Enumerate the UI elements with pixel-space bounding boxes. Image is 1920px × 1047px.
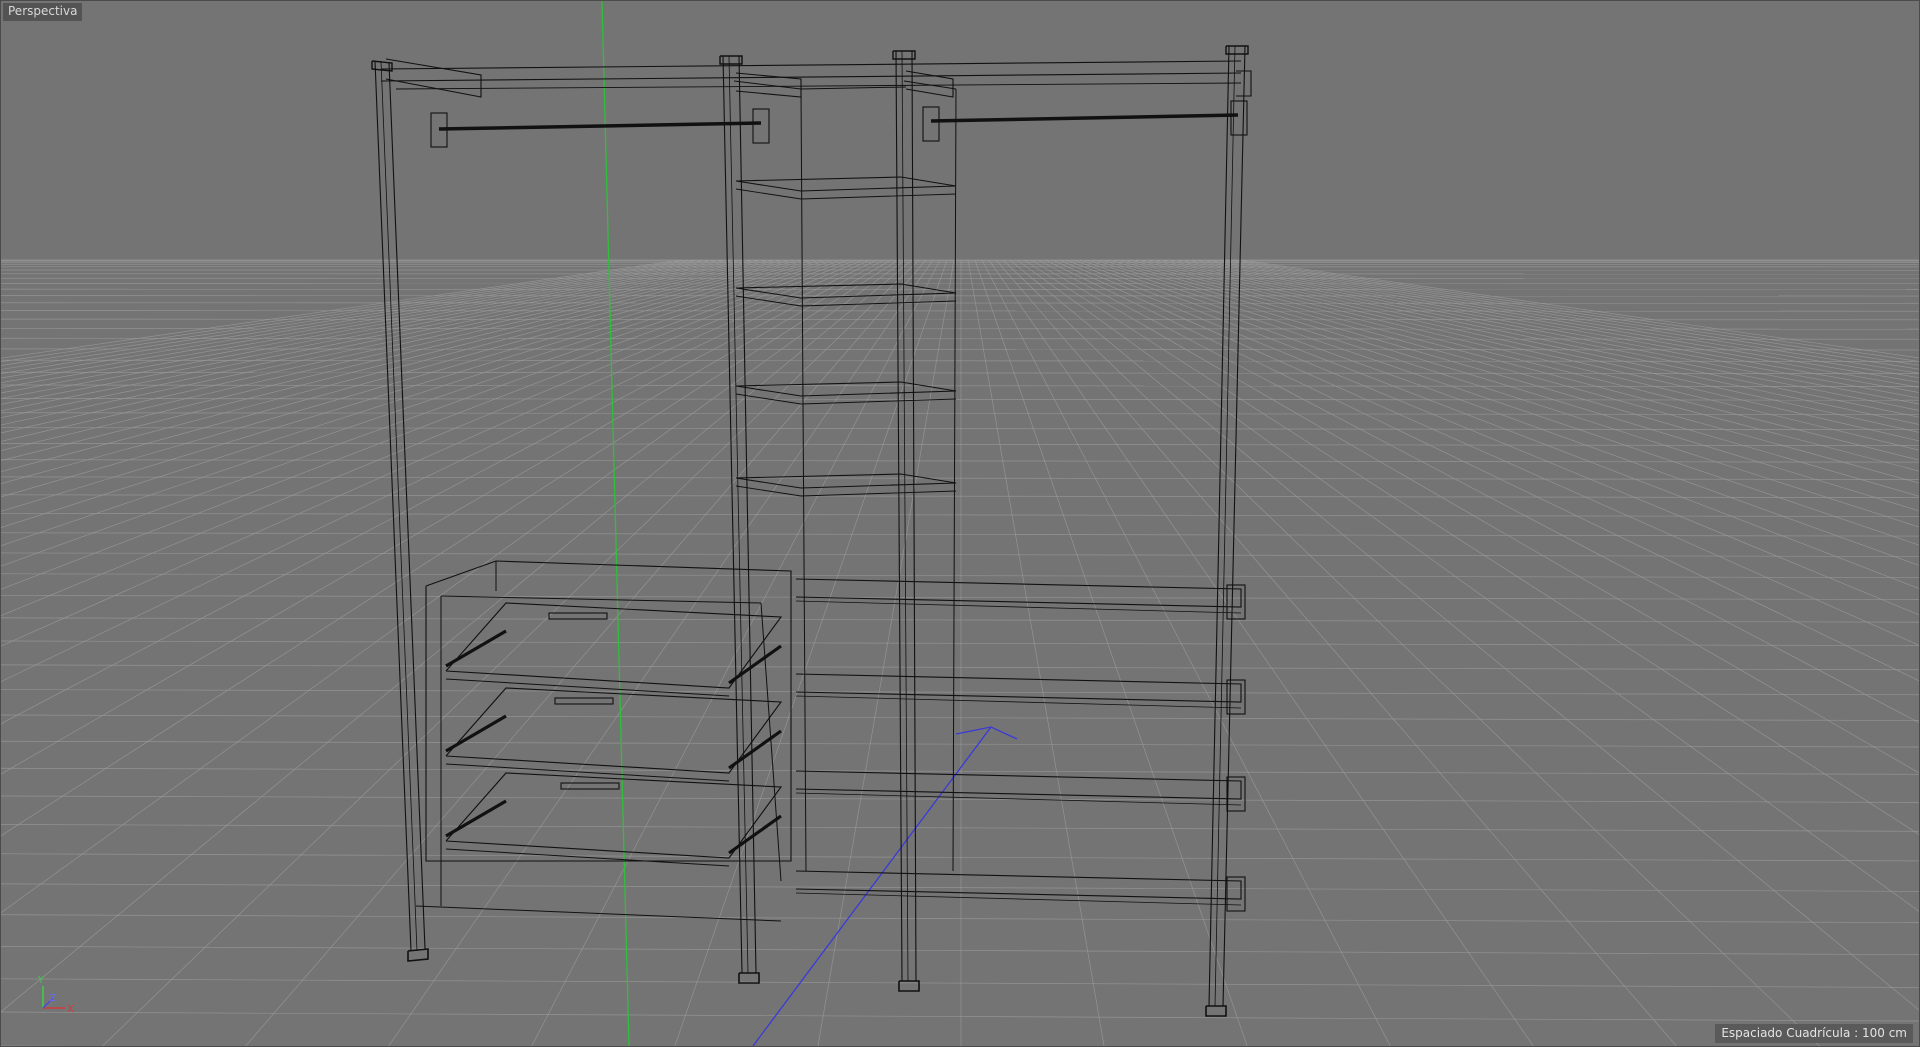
gizmo-x-label: X xyxy=(67,1004,74,1015)
gizmo-y-label: Y xyxy=(37,975,45,986)
3d-viewport[interactable]: Y Z X Perspectiva Espaciado Cuadrícula :… xyxy=(0,0,1920,1047)
scene-canvas[interactable]: Y Z X xyxy=(1,1,1919,1046)
camera-view-label[interactable]: Perspectiva xyxy=(3,3,83,21)
viewport-background xyxy=(1,1,1919,1046)
gizmo-z-label: Z xyxy=(49,993,56,1004)
grid-spacing-status: Espaciado Cuadrícula : 100 cm xyxy=(1715,1024,1913,1043)
